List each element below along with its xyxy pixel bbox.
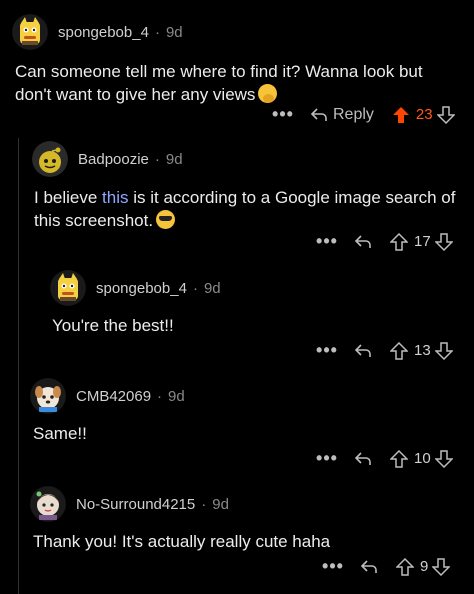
- comment-body: Thank you! It's actually really cute hah…: [33, 530, 453, 553]
- separator-dot: ·: [192, 279, 198, 297]
- thread-rail-1[interactable]: [18, 138, 19, 594]
- upvote-arrow-icon: [390, 341, 408, 360]
- reply-button[interactable]: [354, 451, 372, 467]
- shushing-face-emoji-icon: [258, 84, 278, 103]
- comment-text-before: I believe: [34, 188, 103, 207]
- username[interactable]: spongebob_4: [58, 24, 149, 41]
- avatar[interactable]: [50, 270, 86, 306]
- comment-age: 9d: [203, 279, 221, 297]
- comment-3-header: spongebob_4 · 9d: [50, 270, 221, 306]
- comment-1-header: spongebob_4 · 9d: [12, 14, 183, 50]
- comment-4-header: CMB42069 · 9d: [30, 378, 185, 414]
- comment-body: Same!!: [33, 422, 433, 445]
- upvote-button[interactable]: [390, 449, 408, 468]
- username[interactable]: Badpoozie: [78, 151, 149, 168]
- downvote-arrow-icon: [434, 341, 453, 360]
- downvote-arrow-icon: [434, 232, 453, 251]
- vote-count: 9: [420, 558, 429, 575]
- username[interactable]: CMB42069: [76, 388, 151, 405]
- comment-age: 9d: [168, 387, 185, 405]
- avatar[interactable]: [30, 378, 66, 414]
- more-options-icon[interactable]: •••: [316, 231, 338, 252]
- upvote-button[interactable]: [390, 341, 408, 360]
- dog-avatar-icon: [30, 378, 66, 414]
- comment-5-actions: ••• 9: [322, 556, 451, 577]
- downvote-button[interactable]: [434, 341, 453, 360]
- more-options-icon[interactable]: •••: [272, 104, 294, 125]
- comment-body: You're the best!!: [52, 314, 452, 337]
- downvote-button[interactable]: [434, 449, 453, 468]
- downvote-button[interactable]: [434, 232, 453, 251]
- reply-arrow-icon: [360, 559, 377, 573]
- vote-count: 13: [414, 342, 431, 359]
- reply-arrow-icon: [354, 343, 371, 357]
- comment-4-actions: ••• 10: [316, 448, 453, 469]
- reply-label: Reply: [333, 105, 374, 123]
- separator-dot: ·: [154, 23, 160, 41]
- reply-arrow-icon: [354, 451, 371, 465]
- username[interactable]: No-Surround4215: [76, 496, 195, 513]
- comment-text: You're the best!!: [52, 316, 174, 335]
- reply-arrow-icon: [354, 234, 371, 248]
- comment-text: Can someone tell me where to find it? Wa…: [15, 62, 423, 104]
- comment-body: Can someone tell me where to find it? Wa…: [15, 60, 455, 106]
- more-options-icon[interactable]: •••: [316, 448, 338, 469]
- comment-2-header: Badpoozie · 9d: [32, 141, 183, 177]
- comment-1-actions: ••• Reply 23: [272, 104, 455, 125]
- separator-dot: ·: [201, 495, 207, 513]
- snoo-avatar-icon: [12, 14, 48, 50]
- character-avatar-icon: [30, 486, 66, 522]
- comment-age: 9d: [165, 150, 183, 168]
- upvote-button[interactable]: [392, 106, 410, 124]
- vote-count: 17: [414, 233, 431, 250]
- downvote-button[interactable]: [432, 557, 451, 576]
- downvote-arrow-icon: [432, 557, 451, 576]
- vote-count: 10: [414, 450, 431, 467]
- downvote-arrow-icon: [434, 449, 453, 468]
- comment-link[interactable]: this: [102, 188, 128, 207]
- separator-dot: ·: [157, 387, 163, 405]
- comment-text: Thank you! It's actually really cute hah…: [33, 532, 331, 551]
- reply-button[interactable]: [354, 343, 372, 359]
- comment-body: I believe this is it according to a Goog…: [34, 186, 464, 232]
- avatar[interactable]: [32, 141, 68, 177]
- reply-button[interactable]: [360, 559, 378, 575]
- username[interactable]: spongebob_4: [96, 280, 187, 297]
- reply-arrow-icon: [310, 107, 327, 121]
- upvote-arrow-icon: [392, 106, 409, 123]
- downvote-button[interactable]: [436, 105, 455, 124]
- comment-age: 9d: [212, 495, 229, 513]
- upvote-button[interactable]: [396, 557, 414, 576]
- upvote-button[interactable]: [390, 232, 408, 251]
- reply-button[interactable]: Reply: [310, 106, 374, 124]
- comment-text: Same!!: [33, 424, 87, 443]
- sunglasses-face-emoji-icon: [156, 210, 176, 229]
- upvote-arrow-icon: [390, 232, 408, 251]
- avatar[interactable]: [12, 14, 48, 50]
- reply-button[interactable]: [354, 234, 372, 250]
- separator-dot: ·: [154, 150, 160, 168]
- comment-3-actions: ••• 13: [316, 340, 453, 361]
- upvote-arrow-icon: [390, 449, 408, 468]
- comment-age: 9d: [165, 23, 183, 41]
- more-options-icon[interactable]: •••: [316, 340, 338, 361]
- avatar[interactable]: [30, 486, 66, 522]
- comment-2-actions: ••• 17: [316, 231, 453, 252]
- comment-5-header: No-Surround4215 · 9d: [30, 486, 229, 522]
- snoo-avatar-icon: [50, 270, 86, 306]
- vote-count: 23: [415, 106, 433, 123]
- more-options-icon[interactable]: •••: [322, 556, 344, 577]
- upvote-arrow-icon: [396, 557, 414, 576]
- default-snoo-avatar-icon: [32, 141, 68, 177]
- downvote-arrow-icon: [436, 105, 455, 124]
